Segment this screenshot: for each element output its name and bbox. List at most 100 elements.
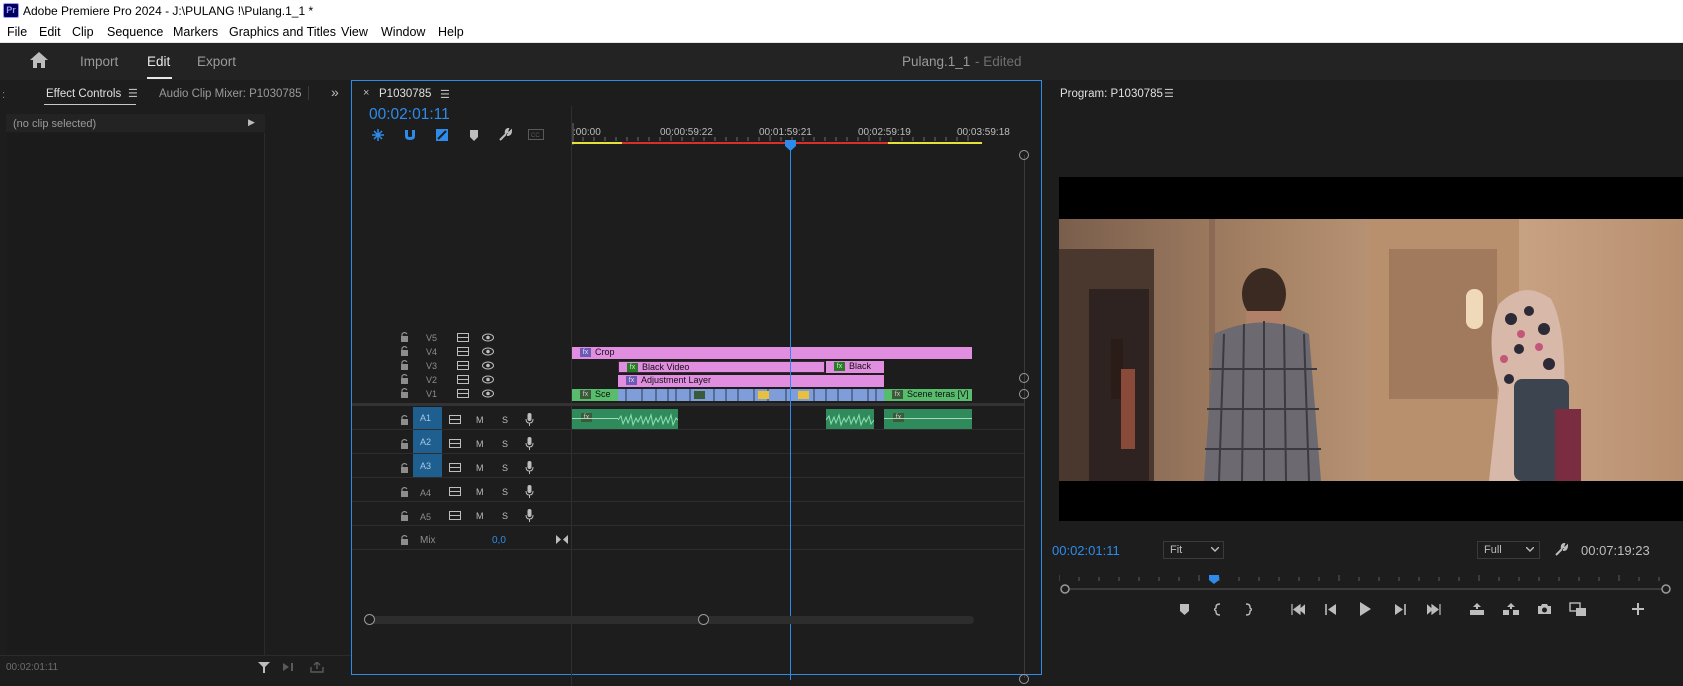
program-monitor-title[interactable]: Program: P1030785 xyxy=(1060,88,1163,100)
microphone-icon[interactable] xyxy=(525,437,534,450)
tab-edit[interactable]: Edit xyxy=(147,54,170,69)
lock-icon[interactable] xyxy=(400,360,409,370)
clip-v4-crop[interactable]: fx Crop xyxy=(572,347,972,359)
source-patch-a2[interactable]: A2 xyxy=(413,430,442,453)
add-marker-icon[interactable] xyxy=(469,129,479,142)
audio-clip-a1-2[interactable] xyxy=(618,409,678,429)
tab-effect-controls[interactable]: Effect Controls xyxy=(46,88,121,100)
lock-icon[interactable] xyxy=(400,415,409,425)
microphone-icon[interactable] xyxy=(525,461,534,474)
microphone-icon[interactable] xyxy=(525,485,534,498)
menu-file[interactable]: File xyxy=(7,25,27,39)
film-icon[interactable] xyxy=(457,389,469,398)
audio-clip-a1-3[interactable] xyxy=(826,409,874,429)
mute-button[interactable]: M xyxy=(476,463,484,473)
audio-clip-a1-4[interactable]: fx xyxy=(884,409,972,429)
mark-out-icon[interactable] xyxy=(1245,603,1252,616)
sync-lock-icon[interactable] xyxy=(449,439,461,448)
film-icon[interactable] xyxy=(457,375,469,384)
horizontal-scrollbar[interactable] xyxy=(364,614,974,625)
clip-selector[interactable]: (no clip selected) ▶ xyxy=(6,114,265,132)
clip-v1-segments[interactable] xyxy=(618,389,884,401)
menu-markers[interactable]: Markers xyxy=(173,25,218,39)
add-button-icon[interactable] xyxy=(1632,603,1644,615)
play-icon[interactable] xyxy=(1359,602,1371,616)
zoom-handle-left[interactable] xyxy=(364,614,375,625)
panel-overflow-chevron-icon[interactable]: » xyxy=(331,84,339,100)
lock-icon[interactable] xyxy=(400,374,409,384)
eye-icon[interactable] xyxy=(482,347,494,356)
linked-selection-icon[interactable] xyxy=(435,128,449,142)
home-icon[interactable] xyxy=(29,51,49,69)
step-back-icon[interactable] xyxy=(1325,604,1337,615)
time-ruler[interactable] xyxy=(572,105,984,145)
go-to-in-icon[interactable] xyxy=(1291,604,1305,615)
captions-icon[interactable]: CC xyxy=(528,129,544,140)
eye-icon[interactable] xyxy=(482,389,494,398)
clip-v3-black-video[interactable]: fx Black Video xyxy=(618,361,825,373)
sync-lock-icon[interactable] xyxy=(449,463,461,472)
source-patch-a1[interactable]: A1 xyxy=(413,407,442,429)
program-menu-icon[interactable]: ☰ xyxy=(1164,87,1174,100)
vertical-scrollbar-track[interactable] xyxy=(1024,155,1025,678)
clip-v1-first[interactable]: fx Sce xyxy=(572,389,618,401)
sync-lock-icon[interactable] xyxy=(449,511,461,520)
add-marker-icon[interactable] xyxy=(1179,603,1190,616)
audio-scroll-handle-top[interactable] xyxy=(1019,389,1029,399)
nest-sequence-icon[interactable] xyxy=(371,128,385,142)
lock-icon[interactable] xyxy=(400,388,409,398)
source-patch-a3[interactable]: A3 xyxy=(413,454,442,477)
eye-icon[interactable] xyxy=(482,375,494,384)
menu-help[interactable]: Help xyxy=(438,25,464,39)
expand-arrow-icon[interactable]: ▶ xyxy=(248,117,255,128)
zoom-handle-right[interactable] xyxy=(698,614,709,625)
filter-icon[interactable] xyxy=(258,661,270,674)
video-scroll-handle-bottom[interactable] xyxy=(1019,373,1029,383)
lock-icon[interactable] xyxy=(400,439,409,449)
solo-button[interactable]: S xyxy=(502,463,508,473)
lock-icon[interactable] xyxy=(400,535,409,545)
mute-button[interactable]: M xyxy=(476,415,484,425)
snap-icon[interactable] xyxy=(403,128,417,142)
video-audio-separator[interactable] xyxy=(352,403,1024,406)
microphone-icon[interactable] xyxy=(525,413,534,426)
eye-icon[interactable] xyxy=(482,333,494,342)
film-icon[interactable] xyxy=(457,347,469,356)
audio-clip-a1-1[interactable]: fx xyxy=(572,409,618,429)
settings-wrench-icon[interactable] xyxy=(1554,543,1568,557)
play-audio-icon[interactable] xyxy=(283,662,297,673)
go-to-end-icon[interactable] xyxy=(556,535,568,544)
resolution-dropdown[interactable]: Full xyxy=(1477,541,1540,559)
menu-sequence[interactable]: Sequence xyxy=(107,25,163,39)
microphone-icon[interactable] xyxy=(525,509,534,522)
menu-window[interactable]: Window xyxy=(381,25,425,39)
tab-export[interactable]: Export xyxy=(197,54,236,69)
sequence-tab[interactable]: P1030785 xyxy=(379,88,431,100)
effect-controls-menu-icon[interactable]: ☰ xyxy=(128,87,138,100)
menu-edit[interactable]: Edit xyxy=(39,25,61,39)
solo-button[interactable]: S xyxy=(502,415,508,425)
step-forward-icon[interactable] xyxy=(1394,604,1406,615)
sequence-menu-icon[interactable]: ☰ xyxy=(440,88,450,101)
camera-icon[interactable] xyxy=(1537,603,1552,615)
mark-in-icon[interactable] xyxy=(1214,603,1221,616)
close-sequence-icon[interactable]: × xyxy=(363,87,369,99)
fit-dropdown[interactable]: Fit xyxy=(1163,541,1224,559)
menu-graphics-and-titles[interactable]: Graphics and Titles xyxy=(229,25,336,39)
export-icon[interactable] xyxy=(310,662,324,673)
solo-button[interactable]: S xyxy=(502,511,508,521)
lock-icon[interactable] xyxy=(400,346,409,356)
clip-v3-black[interactable]: fx Black xyxy=(826,361,884,373)
lock-icon[interactable] xyxy=(400,511,409,521)
clip-v1-scene-teras[interactable]: fx Scene teras [V] xyxy=(884,389,972,401)
sync-lock-icon[interactable] xyxy=(449,487,461,496)
solo-button[interactable]: S xyxy=(502,487,508,497)
video-frame[interactable] xyxy=(1059,177,1683,521)
extract-icon[interactable] xyxy=(1502,603,1520,616)
solo-button[interactable]: S xyxy=(502,439,508,449)
timeline-timecode[interactable]: 00:02:01:11 xyxy=(369,106,450,124)
film-icon[interactable] xyxy=(457,361,469,370)
program-timecode[interactable]: 00:02:01:11 xyxy=(1052,543,1120,558)
lock-icon[interactable] xyxy=(400,487,409,497)
lock-icon[interactable] xyxy=(400,463,409,473)
